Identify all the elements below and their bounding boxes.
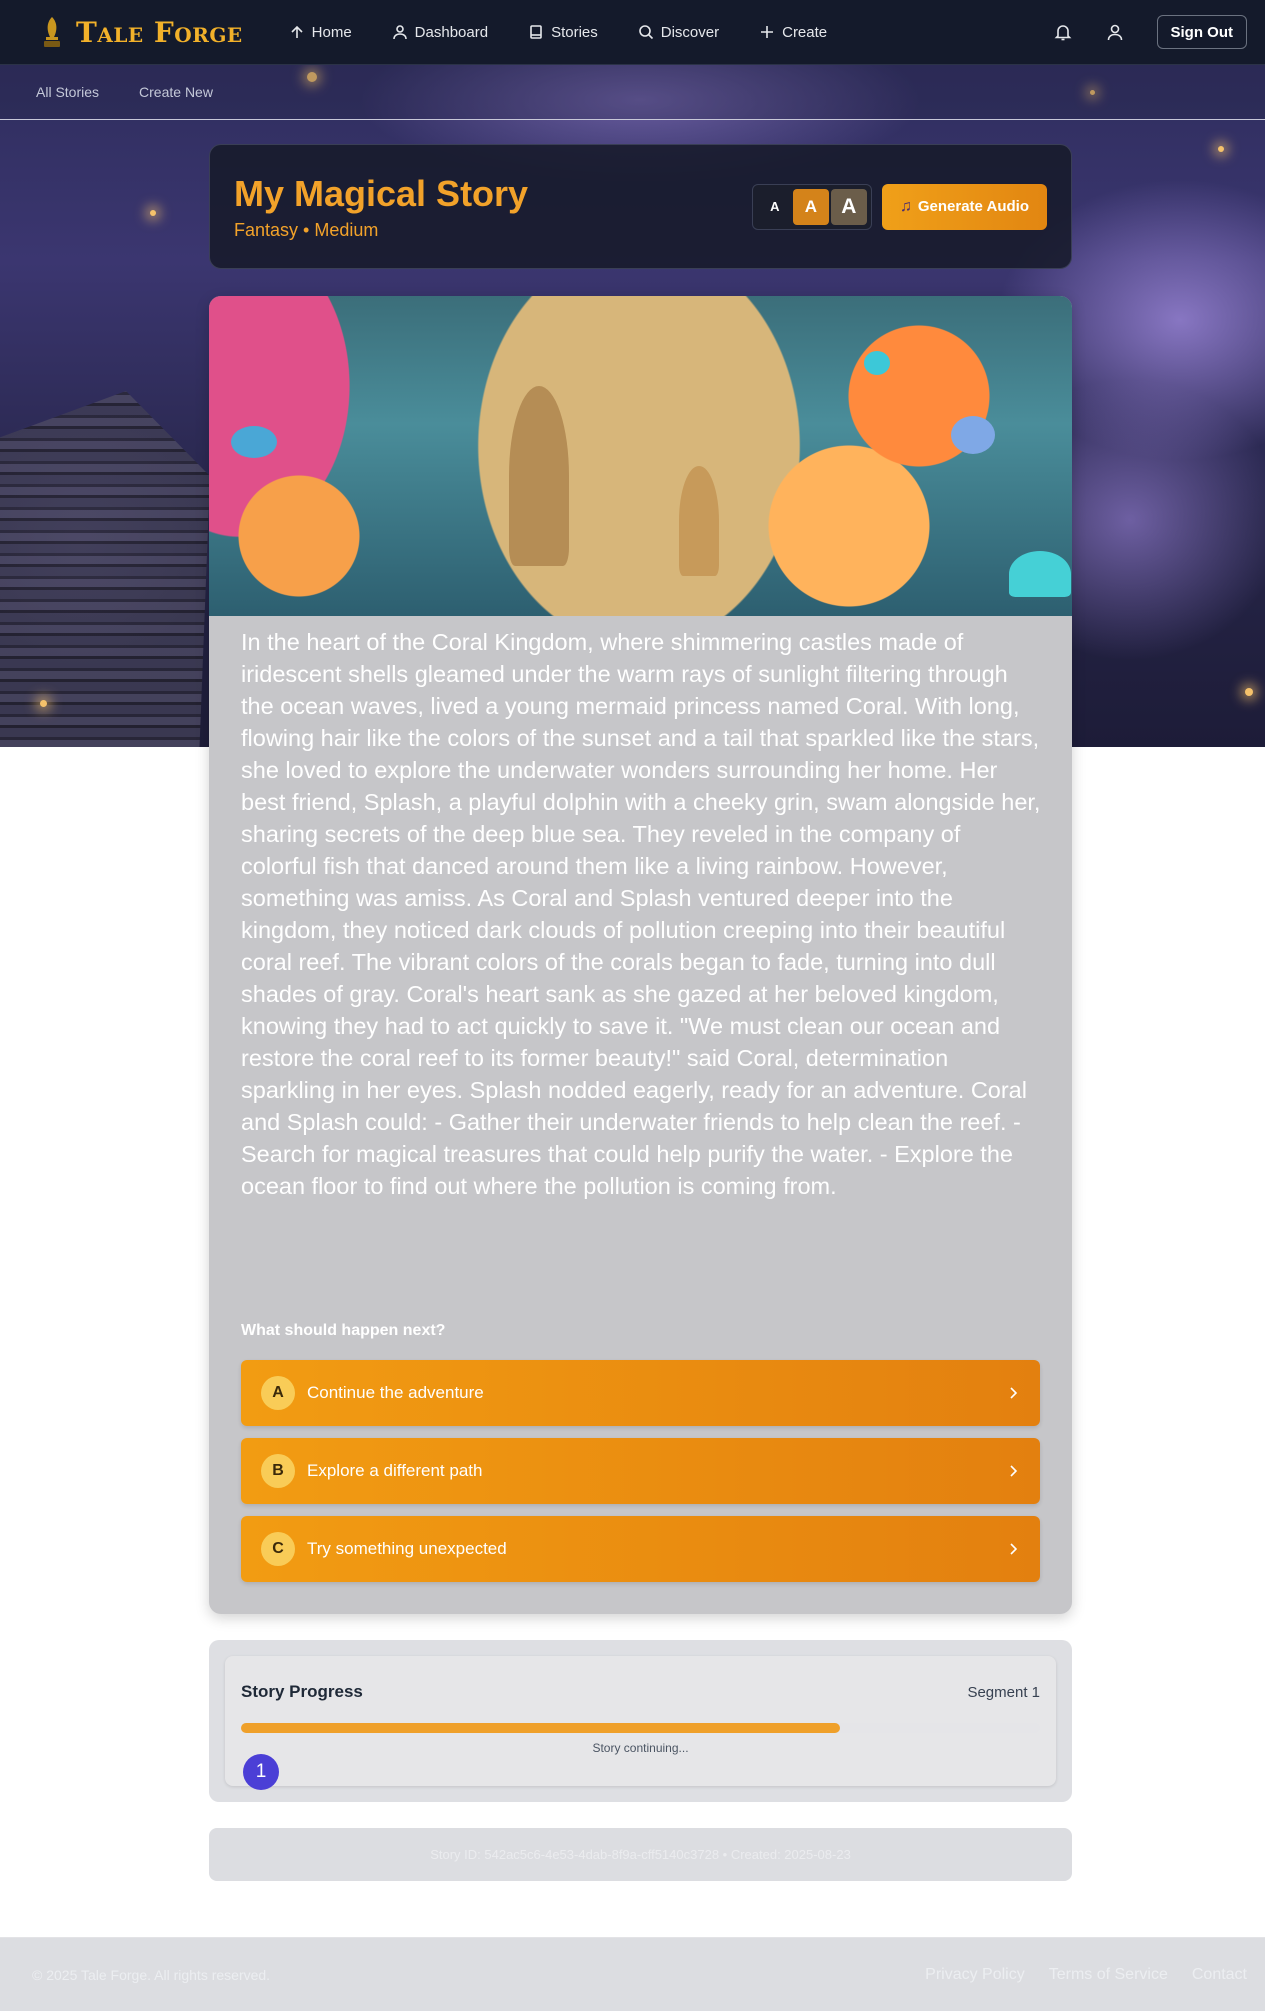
bell-icon (1054, 25, 1071, 41)
search-icon (638, 25, 653, 40)
story-progress-card: Story Progress Segment 1 Story continuin… (209, 1640, 1072, 1802)
story-header-actions: A A A ♫ Generate Audio (751, 183, 1047, 230)
footer-copyright: © 2025 Tale Forge. All rights reserved. (32, 1966, 271, 1983)
font-size-selector: A A A (751, 183, 872, 230)
nav-create-label: Create (782, 23, 828, 41)
generate-audio-button[interactable]: ♫ Generate Audio (881, 183, 1047, 230)
story-length: Medium (314, 220, 379, 240)
nav-dashboard[interactable]: Dashboard (372, 0, 508, 65)
notifications-button[interactable] (1043, 12, 1083, 52)
segment-1-marker[interactable]: 1 (243, 1754, 279, 1790)
font-size-small-button[interactable]: A (757, 189, 793, 225)
nav-actions: Sign Out (1031, 12, 1247, 52)
story-text: In the heart of the Coral Kingdom, where… (241, 629, 1041, 1199)
user-icon (1107, 24, 1122, 41)
story-genre: Fantasy (234, 220, 299, 240)
jellyfish-illustration (1009, 551, 1071, 597)
meta-separator: • (303, 220, 310, 240)
story-title: My Magical Story (234, 173, 529, 214)
primary-nav: Home Dashboard Stories Discover Create (269, 0, 847, 65)
generate-audio-label: Generate Audio (917, 198, 1029, 215)
sub-navbar: All Stories Create New (0, 65, 1265, 120)
choice-label: Explore a different path (307, 1461, 483, 1480)
choice-letter: B (261, 1454, 295, 1488)
footer-links: Privacy Policy Terms of Service Contact (901, 1966, 1247, 1984)
footer-privacy-link[interactable]: Privacy Policy (925, 1966, 1025, 1984)
sign-out-button[interactable]: Sign Out (1156, 15, 1247, 49)
glow-particle (40, 700, 47, 707)
choice-letter: A (261, 1376, 295, 1410)
font-size-medium-button[interactable]: A (792, 188, 829, 225)
nav-discover-label: Discover (660, 23, 720, 41)
choice-letter: C (261, 1532, 295, 1566)
subnav-create-new[interactable]: Create New (139, 84, 213, 100)
progress-segment-label: Segment 1 (967, 1684, 1040, 1701)
story-header-text: My Magical Story Fantasy • Medium (234, 172, 528, 241)
story-header: My Magical Story Fantasy • Medium A A A … (209, 144, 1072, 269)
choice-label: Continue the adventure (307, 1383, 484, 1402)
page-footer: © 2025 Tale Forge. All rights reserved. … (0, 1937, 1265, 2011)
glow-particle (1218, 146, 1224, 152)
progress-title: Story Progress (241, 1682, 363, 1701)
story-progress-panel: Story Progress Segment 1 Story continuin… (225, 1656, 1056, 1790)
plus-icon (761, 26, 774, 38)
fish-illustration (951, 416, 995, 454)
choice-label: Try something unexpected (307, 1539, 507, 1558)
nav-dashboard-label: Dashboard (414, 23, 489, 41)
footer-terms-link[interactable]: Terms of Service (1049, 1966, 1168, 1984)
brand[interactable]: Tale Forge (40, 15, 243, 49)
fish-illustration (864, 351, 890, 375)
profile-button[interactable] (1095, 12, 1135, 52)
font-size-large-button[interactable]: A (830, 188, 867, 225)
glow-particle (150, 210, 156, 216)
story-card: In the heart of the Coral Kingdom, where… (209, 296, 1072, 1614)
castle-pillar-illustration (679, 466, 719, 576)
chevron-right-icon (1010, 1387, 1018, 1399)
progress-track (241, 1723, 1040, 1733)
nav-stories-label: Stories (551, 23, 598, 41)
choices-heading: What should happen next? (241, 1322, 446, 1339)
book-icon (530, 25, 542, 39)
nav-home-label: Home (311, 23, 352, 41)
nav-discover[interactable]: Discover (618, 0, 739, 65)
book-stack-illustration (0, 390, 210, 747)
nav-home[interactable]: Home (269, 0, 372, 65)
subnav-all-stories[interactable]: All Stories (36, 84, 99, 100)
castle-pillar-illustration (509, 386, 569, 566)
progress-status: Story continuing... (592, 1741, 689, 1755)
brand-name: Tale Forge (76, 15, 243, 49)
story-id-text: Story ID: 542ac5c6-4e53-4dab-8f9a-cff514… (430, 1847, 851, 1862)
footer-contact-link[interactable]: Contact (1192, 1966, 1247, 1984)
choice-b-button[interactable]: B Explore a different path (241, 1438, 1040, 1504)
user-icon (392, 25, 407, 40)
top-navbar: Tale Forge Home Dashboard Stories Discov… (0, 0, 1265, 65)
choice-c-button[interactable]: C Try something unexpected (241, 1516, 1040, 1582)
nav-stories[interactable]: Stories (508, 0, 618, 65)
story-meta: Fantasy • Medium (234, 220, 528, 241)
story-meta-bar: Story ID: 542ac5c6-4e53-4dab-8f9a-cff514… (209, 1828, 1072, 1881)
music-note-icon: ♫ (899, 197, 912, 215)
home-icon (291, 25, 303, 38)
progress-fill (241, 1723, 841, 1733)
quill-icon (44, 17, 60, 47)
story-illustration (209, 296, 1072, 616)
chevron-right-icon (1010, 1465, 1018, 1477)
chevron-right-icon (1010, 1543, 1018, 1555)
choice-a-button[interactable]: A Continue the adventure (241, 1360, 1040, 1426)
glow-particle (1245, 688, 1253, 696)
nav-create[interactable]: Create (739, 0, 847, 65)
fish-illustration (231, 426, 277, 458)
